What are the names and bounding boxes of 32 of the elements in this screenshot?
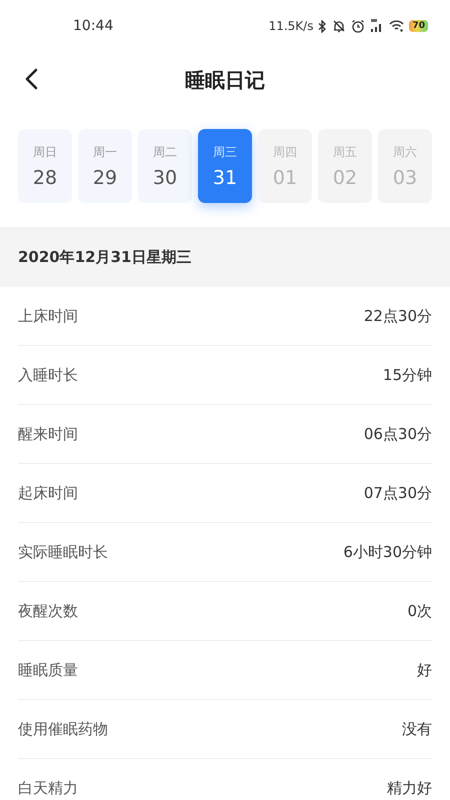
wifi-icon — [389, 20, 404, 32]
bluetooth-icon — [318, 20, 328, 32]
row-label: 起床时间 — [18, 484, 78, 502]
row-value: 07点30分 — [364, 484, 432, 502]
page-title: 睡眠日记 — [185, 66, 265, 94]
row-value: 0次 — [407, 602, 432, 620]
date-heading: 2020年12月31日星期三 — [18, 248, 192, 266]
battery-indicator: 70 — [409, 20, 428, 32]
row-label: 睡眠质量 — [18, 660, 78, 680]
row-label: 夜醒次数 — [18, 602, 78, 620]
day-tab[interactable]: 周二 30 — [138, 129, 192, 203]
back-icon — [24, 68, 38, 90]
row-value: 6小时30分钟 — [343, 542, 432, 562]
day-tab[interactable]: 周三 31 — [198, 129, 252, 203]
row-label: 醒来时间 — [18, 424, 78, 444]
day-tab[interactable]: 周一 29 — [78, 129, 132, 203]
row-value: 15分钟 — [382, 366, 432, 384]
row-value: 22点30分 — [364, 306, 432, 326]
row-label: 入睡时长 — [18, 366, 78, 384]
row-value: 精力好 — [387, 778, 432, 798]
row-label: 白天精力 — [18, 778, 78, 798]
alarm-clock-icon — [351, 19, 366, 33]
row-label: 上床时间 — [18, 306, 78, 326]
row-value: 没有 — [402, 720, 432, 738]
status-time: 10:44 — [73, 18, 114, 34]
row-value: 好 — [417, 660, 432, 680]
row-label: 使用催眠药物 — [18, 720, 108, 738]
bell-off-icon — [332, 19, 346, 33]
row-value: 06点30分 — [364, 424, 432, 444]
day-tab[interactable]: 周日 28 — [18, 129, 72, 203]
row-label: 实际睡眠时长 — [18, 542, 108, 562]
network-speed: 11.5K/s — [268, 19, 314, 33]
